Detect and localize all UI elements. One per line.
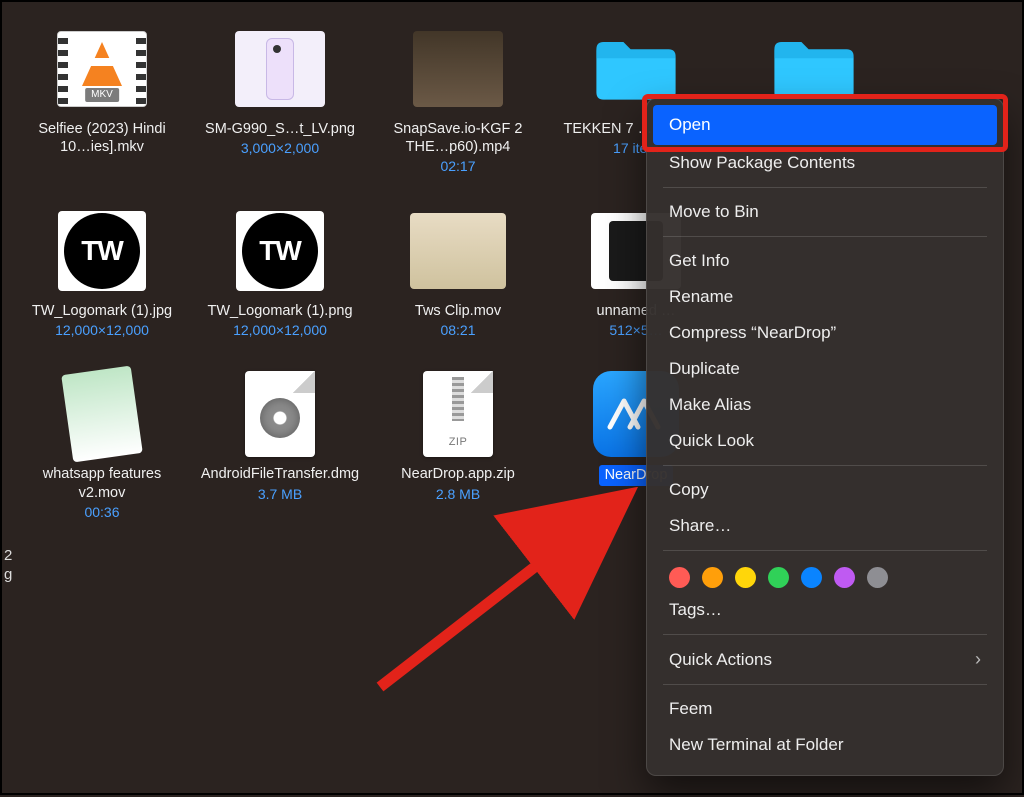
menu-item-quick-look[interactable]: Quick Look (647, 423, 1003, 459)
menu-item-feem[interactable]: Feem (647, 691, 1003, 727)
file-meta: 12,000×12,000 (55, 322, 149, 340)
menu-item-open[interactable]: Open (653, 105, 997, 145)
menu-item-compress[interactable]: Compress “NearDrop” (647, 315, 1003, 351)
file-item[interactable]: SnapSave.io-KGF 2 THE…p60).mp4 02:17 (378, 24, 538, 176)
tw-icon: TW (230, 206, 330, 296)
file-item[interactable]: AndroidFileTransfer.dmg 3.7 MB (200, 369, 360, 521)
file-item[interactable]: Tws Clip.mov 08:21 (378, 206, 538, 340)
file-name: whatsapp features v2.mov (22, 465, 182, 501)
chevron-right-icon: › (975, 649, 981, 670)
menu-item-make-alias[interactable]: Make Alias (647, 387, 1003, 423)
file-item[interactable]: SM-G990_S…t_LV.png 3,000×2,000 (200, 24, 360, 176)
file-item[interactable]: whatsapp features v2.mov 00:36 (22, 369, 182, 521)
tw-icon: TW (52, 206, 152, 296)
phone-icon (230, 24, 330, 114)
file-item[interactable]: MKV Selfiee (2023) Hindi 10…ies].mkv (22, 24, 182, 176)
menu-separator (663, 236, 987, 237)
menu-item-get-info[interactable]: Get Info (647, 243, 1003, 279)
menu-item-duplicate[interactable]: Duplicate (647, 351, 1003, 387)
file-meta: 3.7 MB (258, 486, 302, 504)
tag-color-4[interactable] (801, 567, 822, 588)
tag-color-6[interactable] (867, 567, 888, 588)
menu-separator (663, 684, 987, 685)
file-name: Tws Clip.mov (415, 302, 501, 320)
menu-item-new-terminal[interactable]: New Terminal at Folder (647, 727, 1003, 763)
file-name: SnapSave.io-KGF 2 THE…p60).mp4 (378, 120, 538, 156)
file-item[interactable]: ZIP NearDrop.app.zip 2.8 MB (378, 369, 538, 521)
file-name: TW_Logomark (1).jpg (32, 302, 172, 320)
menu-separator (663, 465, 987, 466)
zip-icon: ZIP (408, 369, 508, 459)
menu-item-move-to-bin[interactable]: Move to Bin (647, 194, 1003, 230)
tag-color-5[interactable] (834, 567, 855, 588)
menu-item-tags[interactable]: Tags… (647, 592, 1003, 628)
tag-color-1[interactable] (702, 567, 723, 588)
menu-separator (663, 550, 987, 551)
file-meta: 08:21 (440, 322, 475, 340)
menu-item-rename[interactable]: Rename (647, 279, 1003, 315)
file-meta: 12,000×12,000 (233, 322, 327, 340)
file-meta: 2.8 MB (436, 486, 480, 504)
tag-color-3[interactable] (768, 567, 789, 588)
menu-separator (663, 187, 987, 188)
kgf-icon (408, 24, 508, 114)
menu-item-share[interactable]: Share… (647, 508, 1003, 544)
file-name: Selfiee (2023) Hindi 10…ies].mkv (22, 120, 182, 156)
file-meta: 3,000×2,000 (241, 140, 319, 158)
feat-icon (52, 369, 152, 459)
tag-color-row (647, 557, 1003, 592)
menu-item-quick-actions[interactable]: Quick Actions › (647, 641, 1003, 678)
file-item[interactable]: TW TW_Logomark (1).jpg 12,000×12,000 (22, 206, 182, 340)
tag-color-2[interactable] (735, 567, 756, 588)
menu-item-copy[interactable]: Copy (647, 472, 1003, 508)
file-name: NearDrop.app.zip (401, 465, 515, 483)
file-item[interactable]: TW TW_Logomark (1).png 12,000×12,000 (200, 206, 360, 340)
file-name: AndroidFileTransfer.dmg (201, 465, 359, 483)
dmg-icon (230, 369, 330, 459)
mov-icon (408, 206, 508, 296)
tag-color-0[interactable] (669, 567, 690, 588)
context-menu: Open Show Package Contents Move to Bin G… (646, 98, 1004, 776)
cutoff-text-left: 2 g (4, 547, 12, 585)
menu-item-show-package-contents[interactable]: Show Package Contents (647, 145, 1003, 181)
file-name: TW_Logomark (1).png (207, 302, 352, 320)
file-meta: 00:36 (84, 504, 119, 522)
vlc-icon: MKV (52, 24, 152, 114)
file-meta: 02:17 (440, 158, 475, 176)
file-name: SM-G990_S…t_LV.png (205, 120, 355, 138)
menu-separator (663, 634, 987, 635)
